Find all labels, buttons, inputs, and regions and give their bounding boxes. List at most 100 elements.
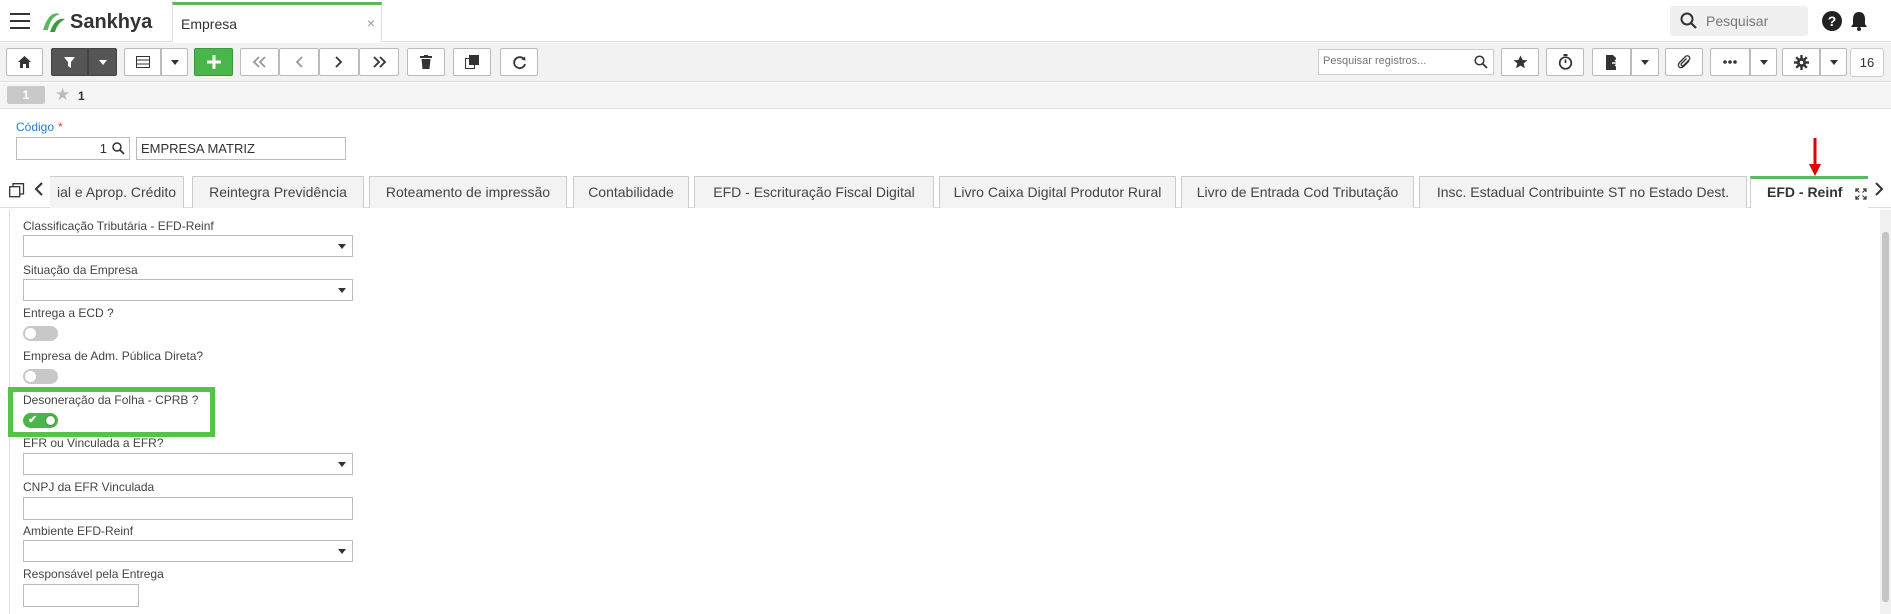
responsavel-label: Responsável pela Entrega — [23, 567, 164, 581]
search-icon[interactable] — [1474, 55, 1488, 69]
efr-label: EFR ou Vinculada a EFR? — [23, 436, 164, 450]
required-mark: * — [58, 120, 63, 134]
record-bar: 1 ★ 1 — [0, 83, 1891, 109]
star-icon — [1513, 55, 1527, 69]
cnpj-efr-input[interactable] — [23, 497, 353, 520]
star-icon[interactable]: ★ — [55, 86, 70, 104]
chevron-right-icon — [335, 56, 343, 68]
record-count: 16 — [1850, 48, 1884, 77]
classificacao-select[interactable] — [23, 235, 353, 257]
filter-dropdown-button[interactable] — [88, 48, 117, 76]
toolbar: 16 — [0, 43, 1891, 82]
caret-down-icon — [338, 288, 346, 293]
record-search-input[interactable] — [1319, 50, 1464, 72]
caret-down-icon — [338, 244, 346, 249]
caret-down-icon — [1759, 59, 1768, 65]
filter-icon — [64, 56, 75, 68]
ambiente-select[interactable] — [23, 540, 353, 562]
home-icon — [18, 56, 31, 68]
previous-record-button[interactable] — [279, 48, 319, 76]
scrollbar-thumb[interactable] — [1882, 232, 1889, 602]
ambiente-label: Ambiente EFD-Reinf — [23, 524, 134, 538]
grid-view-button[interactable] — [124, 48, 161, 76]
entrega-ecd-label: Entrega a ECD ? — [23, 306, 114, 320]
add-button[interactable] — [194, 48, 233, 76]
tab-efd-reinf-label: EFD - Reinf — [1767, 184, 1843, 200]
situacao-select[interactable] — [23, 279, 353, 301]
more-actions-dropdown-button[interactable] — [1750, 48, 1777, 76]
app-name: Sankhya — [70, 10, 153, 33]
vertical-scrollbar[interactable] — [1880, 210, 1891, 614]
first-record-button[interactable] — [240, 48, 279, 76]
delete-button[interactable] — [407, 48, 445, 76]
sankhya-logo-icon — [43, 13, 65, 32]
adm-publica-toggle[interactable] — [23, 369, 58, 384]
chevron-left-icon[interactable] — [34, 181, 44, 197]
codigo-label: Código * — [16, 120, 63, 134]
app-tab-empresa[interactable]: Empresa × — [172, 2, 382, 42]
tab-livro-entrada[interactable]: Livro de Entrada Cod Tributação — [1181, 176, 1414, 208]
settings-button[interactable] — [1782, 48, 1820, 76]
home-button[interactable] — [6, 48, 43, 76]
tab-credito[interactable]: ial e Aprop. Crédito — [50, 176, 184, 208]
next-record-button[interactable] — [319, 48, 359, 76]
grid-dropdown-button[interactable] — [161, 48, 188, 76]
caret-down-icon — [170, 59, 179, 65]
annotation-arrow — [1809, 138, 1821, 176]
gear-icon — [1793, 54, 1809, 70]
search-icon — [1680, 12, 1697, 29]
tab-roteamento-impressao[interactable]: Roteamento de impressão — [369, 176, 567, 208]
tab-reintegra-previdencia[interactable]: Reintegra Previdência — [192, 176, 364, 208]
top-bar: Sankhya Empresa × Pesquisar ? — [0, 0, 1891, 42]
cnpj-efr-label: CNPJ da EFR Vinculada — [23, 480, 155, 494]
menu-icon[interactable] — [10, 13, 30, 29]
more-actions-button[interactable] — [1710, 48, 1750, 76]
tab-contabilidade[interactable]: Contabilidade — [573, 176, 689, 208]
settings-dropdown-button[interactable] — [1820, 48, 1847, 76]
help-icon[interactable]: ? — [1822, 11, 1842, 31]
situacao-label: Situação da Empresa — [23, 263, 138, 277]
caret-down-icon — [338, 462, 346, 467]
search-icon[interactable] — [112, 142, 125, 155]
chevron-left-icon — [295, 56, 303, 68]
record-search[interactable] — [1318, 49, 1494, 75]
attachment-button[interactable] — [1665, 48, 1703, 76]
refresh-button[interactable] — [500, 48, 538, 76]
timer-button[interactable] — [1546, 48, 1584, 76]
duplicate-button[interactable] — [453, 48, 491, 76]
export-button[interactable] — [1592, 48, 1631, 76]
double-chevron-left-icon — [252, 56, 266, 68]
favorites-button[interactable] — [1501, 48, 1539, 76]
copy-icon — [465, 55, 479, 69]
global-search[interactable]: Pesquisar — [1670, 6, 1808, 36]
export-file-icon — [1605, 54, 1619, 70]
ellipsis-icon — [1723, 60, 1737, 64]
caret-down-icon — [98, 59, 107, 65]
close-icon[interactable]: × — [367, 15, 375, 31]
adm-publica-label: Empresa de Adm. Pública Direta? — [23, 349, 204, 363]
bell-icon[interactable] — [1850, 11, 1868, 31]
tab-insc-estadual[interactable]: Insc. Estadual Contribuinte ST no Estado… — [1419, 176, 1747, 208]
responsavel-input[interactable] — [23, 584, 139, 607]
sankhya-logo[interactable]: Sankhya — [40, 10, 152, 34]
annotation-highlight-box — [8, 387, 215, 437]
trash-icon — [420, 55, 432, 69]
tab-efd-escrituracao[interactable]: EFD - Escrituração Fiscal Digital — [694, 176, 934, 208]
empresa-description-field[interactable]: EMPRESA MATRIZ — [136, 137, 346, 160]
classificacao-label: Classificação Tributária - EFD-Reinf — [23, 219, 214, 233]
entrega-ecd-toggle[interactable] — [23, 326, 58, 341]
expand-icon[interactable] — [1855, 188, 1867, 200]
tab-efd-reinf[interactable]: EFD - Reinf — [1750, 176, 1868, 208]
last-record-button[interactable] — [359, 48, 399, 76]
toggle-knob — [25, 371, 36, 382]
tab-livro-caixa[interactable]: Livro Caixa Digital Produtor Rural — [939, 176, 1176, 208]
record-badge[interactable]: 1 — [7, 86, 45, 104]
chevron-right-icon[interactable] — [1874, 181, 1884, 197]
filter-button[interactable] — [51, 48, 88, 76]
codigo-field[interactable]: 1 — [16, 137, 130, 160]
efr-select[interactable] — [23, 453, 353, 475]
copy-icon[interactable] — [9, 183, 25, 199]
export-dropdown-button[interactable] — [1631, 48, 1659, 76]
codigo-value: 1 — [99, 141, 107, 156]
plus-icon — [206, 55, 221, 69]
